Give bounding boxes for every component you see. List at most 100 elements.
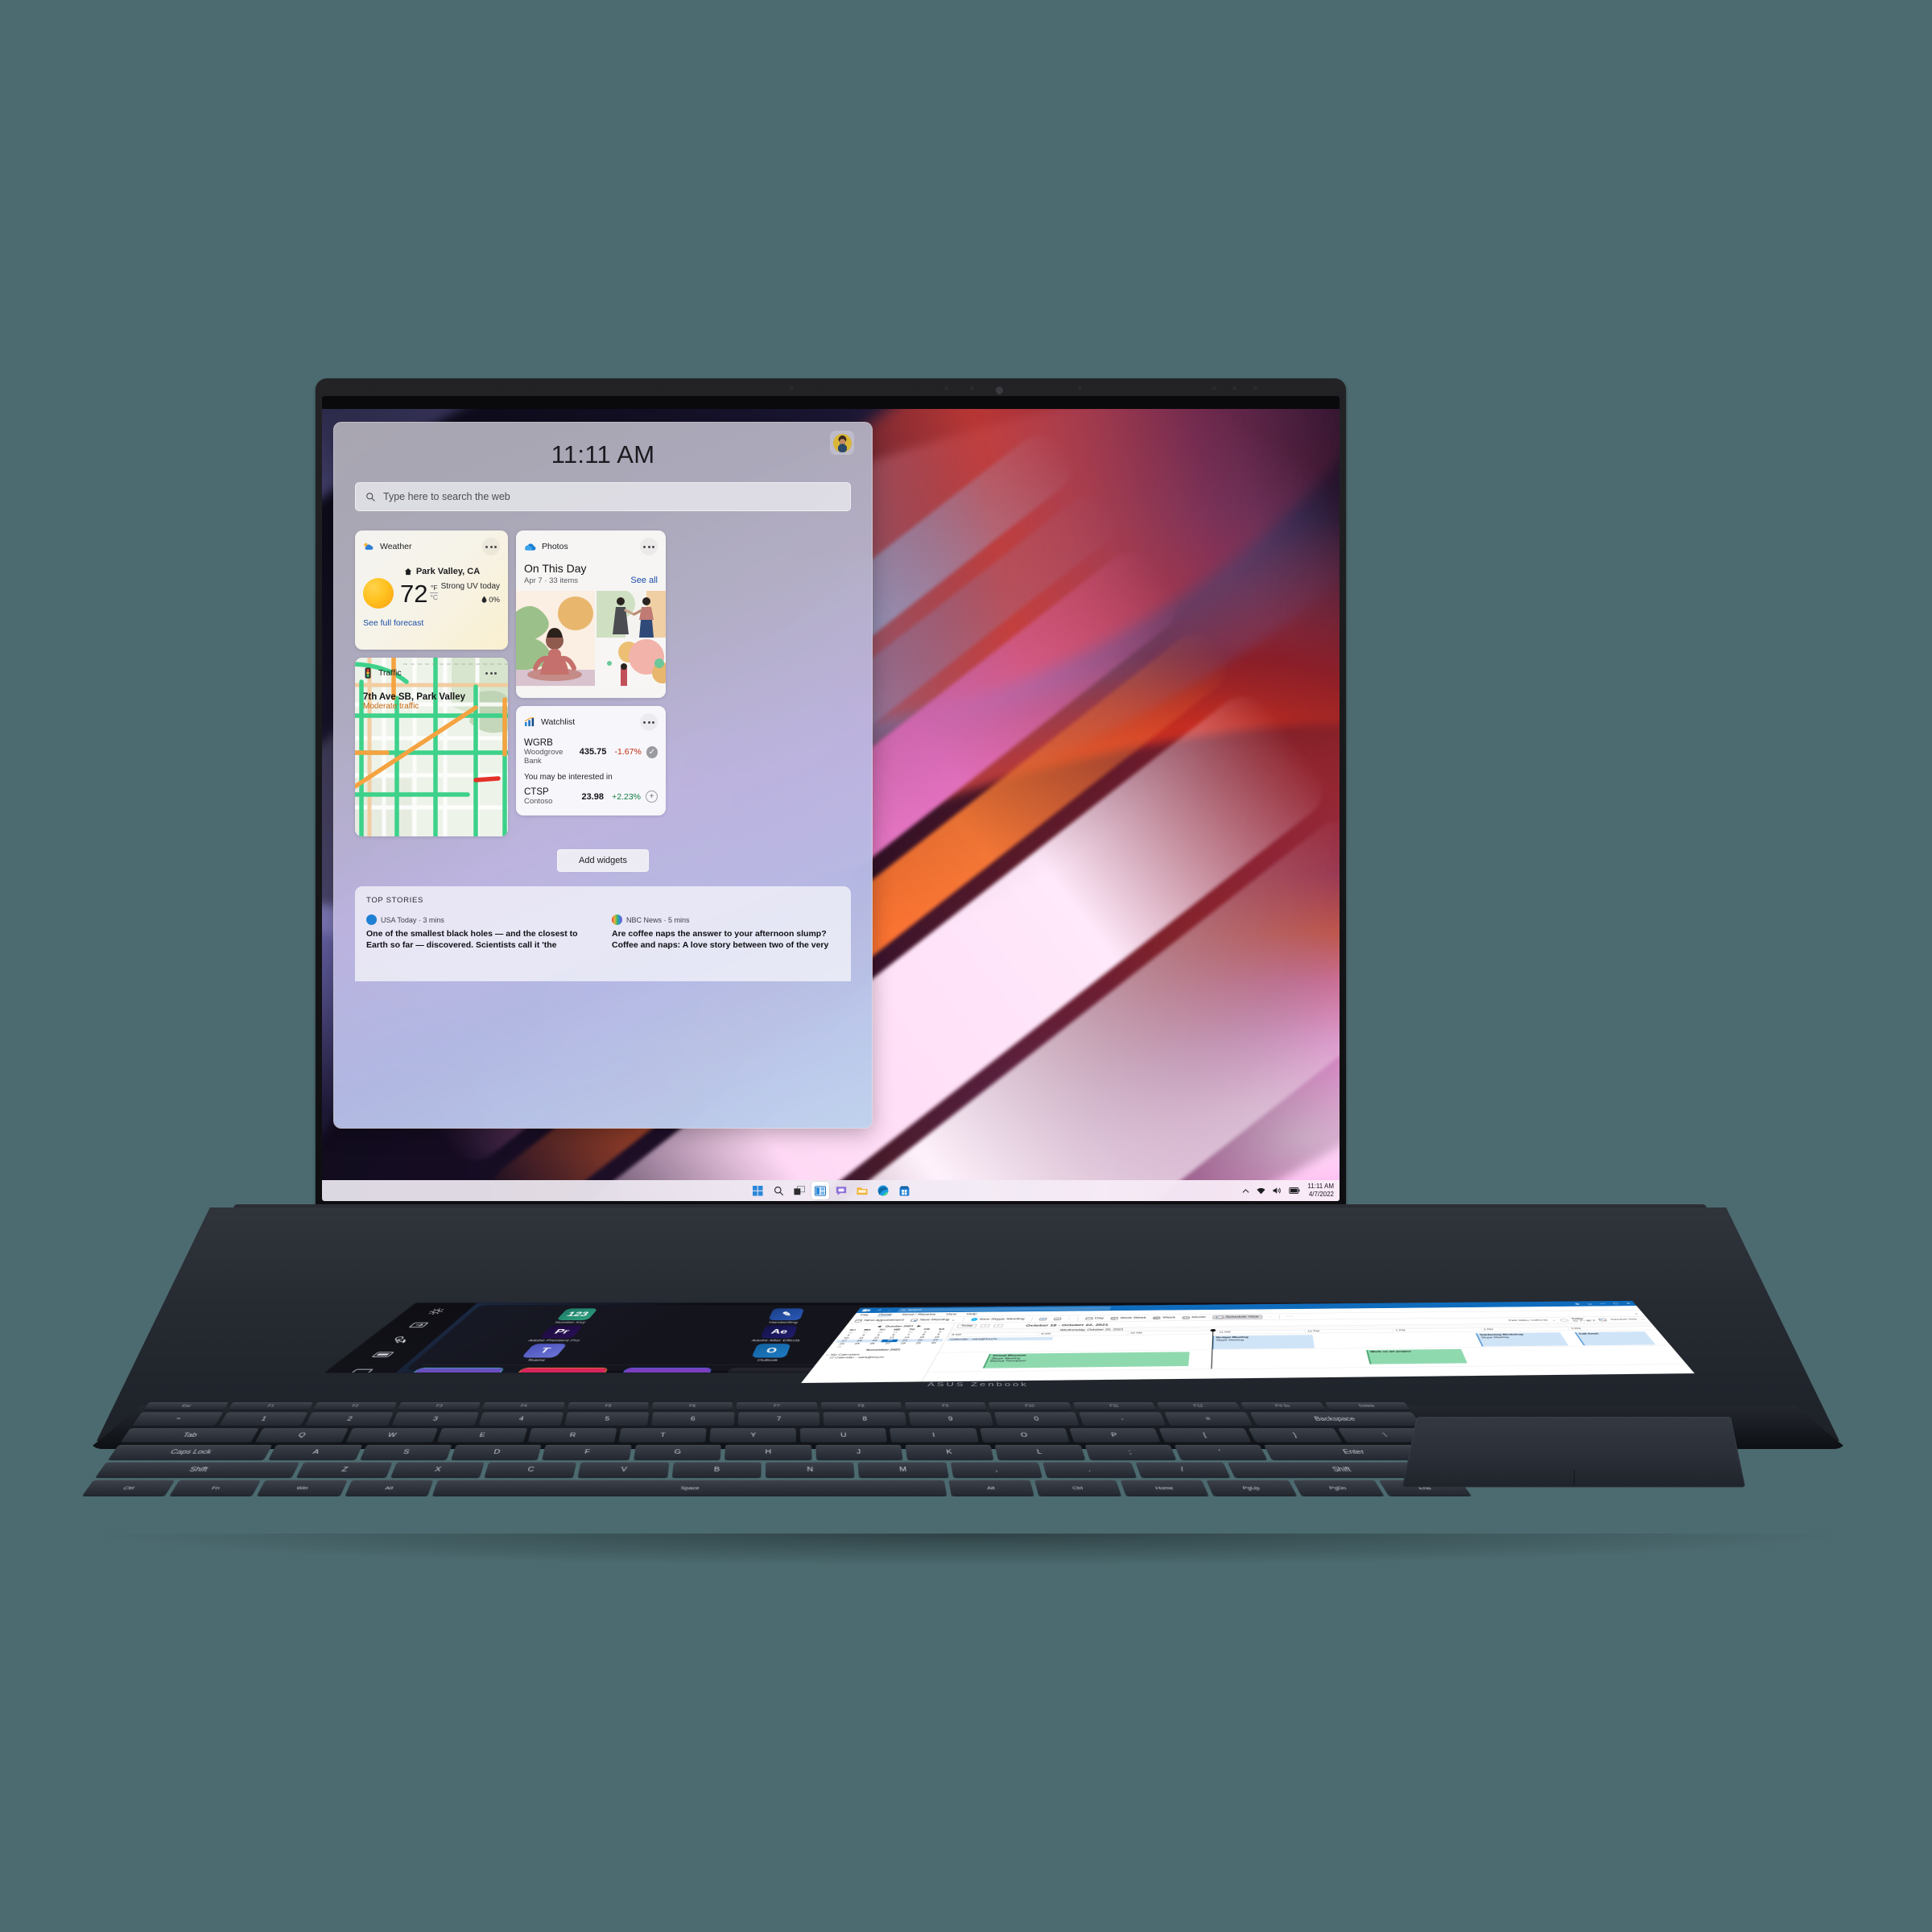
- key-[interactable]: ,: [950, 1462, 1043, 1477]
- search-input[interactable]: Type here to search the web: [355, 482, 851, 511]
- my-calendars-section[interactable]: ⌄ My Calendars ☑ Calendar - sara@treyre: [822, 1352, 935, 1360]
- widgets-panel[interactable]: 11:11 AM Type here to search the web Wea…: [333, 422, 873, 1129]
- next-7-days-icon[interactable]: [1054, 1317, 1062, 1320]
- chat-button[interactable]: [832, 1182, 850, 1199]
- key-u[interactable]: U: [800, 1428, 888, 1443]
- key-m[interactable]: M: [857, 1462, 949, 1477]
- key-ctrl[interactable]: Ctrl: [82, 1480, 175, 1496]
- key-backspace[interactable]: Backspace: [1249, 1412, 1422, 1426]
- keyboard-number-row[interactable]: ~1 2 3 4 5 6 7 8 9 0- = Backspace: [132, 1412, 1422, 1426]
- watchlist-added-check-icon[interactable]: ✓: [646, 745, 658, 758]
- touchpad[interactable]: [1402, 1417, 1746, 1488]
- traffic-widget[interactable]: Traffic 7th Ave SB, Park Valley Moderate…: [355, 658, 508, 836]
- key-d[interactable]: D: [451, 1444, 542, 1459]
- screenpad-task-group[interactable]: Video edit: [396, 1367, 506, 1373]
- key-7[interactable]: 7: [737, 1412, 820, 1426]
- keyboard-home-row[interactable]: Caps Lock A S D F G H J K L; ' Enter: [108, 1444, 1446, 1459]
- chevron-down-icon[interactable]: ⌄: [1551, 1319, 1556, 1322]
- key-1[interactable]: 1: [218, 1412, 308, 1426]
- key-f5[interactable]: F5: [567, 1402, 649, 1410]
- outlook-tab-view[interactable]: View: [945, 1313, 957, 1315]
- new-meeting-button[interactable]: New Meeting ⌄: [910, 1319, 957, 1322]
- taskbar-icon[interactable]: [341, 1365, 383, 1373]
- key-f3[interactable]: F3: [398, 1402, 481, 1410]
- key-f1[interactable]: F1: [228, 1402, 313, 1410]
- chevron-up-icon[interactable]: [1242, 1188, 1249, 1194]
- key-[interactable]: ]: [1248, 1428, 1343, 1443]
- key-c[interactable]: C: [484, 1462, 577, 1477]
- key-b[interactable]: B: [671, 1462, 762, 1477]
- edge-button[interactable]: [874, 1182, 892, 1199]
- key-s[interactable]: S: [360, 1444, 452, 1459]
- outlook-tab-home[interactable]: Home: [877, 1313, 894, 1317]
- new-skype-meeting-button[interactable]: S New Skype Meeting: [970, 1318, 1025, 1322]
- key-f7[interactable]: F7: [736, 1402, 818, 1410]
- key-alt[interactable]: Alt: [947, 1480, 1034, 1496]
- key-esc[interactable]: Esc: [143, 1402, 229, 1410]
- watchlist-widget[interactable]: Watchlist WGRB Woodgrove Bank 435.75 -1.…: [516, 706, 666, 815]
- key-[interactable]: ;: [1084, 1444, 1177, 1459]
- close-button[interactable]: ✕: [1625, 1302, 1631, 1305]
- new-group-button[interactable]: +New: [720, 1367, 816, 1373]
- key-shift[interactable]: Shift: [95, 1462, 300, 1477]
- today-icon[interactable]: [1039, 1317, 1047, 1320]
- outlook-calendar-grid[interactable]: Today ‹ › October 18 - October 22, 2021 …: [922, 1316, 1695, 1381]
- key-ctrl[interactable]: Ctrl: [1034, 1480, 1122, 1496]
- mini-calendar[interactable]: ◀ October 2021 ▶ SU MO TU WE TH FR SA 26 27 28 29 3…: [828, 1324, 952, 1352]
- dialog-launcher-icon[interactable]: ⌐: [1269, 1315, 1272, 1318]
- wifi-icon[interactable]: [1257, 1187, 1265, 1195]
- key-q[interactable]: Q: [254, 1428, 349, 1443]
- keyboard-bottom-letter-row[interactable]: Shift Z X C V B N M,. / Shift: [95, 1462, 1459, 1477]
- weather-units[interactable]: °F °C: [430, 584, 439, 602]
- key-o[interactable]: O: [979, 1428, 1070, 1443]
- screenpad-app[interactable]: Pr Adobe Premiere Pro: [448, 1325, 668, 1342]
- keyboard-modifier-row[interactable]: Ctrl Fn Win Alt Space Alt Ctrl Home PgUp PgDn End: [82, 1480, 1472, 1496]
- key-8[interactable]: 8: [824, 1412, 907, 1426]
- key-6[interactable]: 6: [650, 1412, 735, 1426]
- key-4[interactable]: 4: [478, 1412, 564, 1426]
- key-3[interactable]: 3: [391, 1412, 479, 1426]
- keyboard-qwerty-row[interactable]: Tab Q W E R T Y U I O P[] \: [120, 1428, 1434, 1443]
- key-space[interactable]: Space: [431, 1480, 947, 1496]
- unit-fahrenheit[interactable]: °F: [431, 584, 438, 592]
- search-button[interactable]: [770, 1182, 787, 1199]
- key-5[interactable]: 5: [564, 1412, 650, 1426]
- key-f8[interactable]: F8: [820, 1402, 902, 1410]
- photo-thumbnail[interactable]: [516, 591, 595, 686]
- keyboard-function-row[interactable]: Esc F1 F2 F3 F4 F5 F6 F7 F8 F9 F10 F11 F12 Prt Sc Dele…: [143, 1402, 1410, 1410]
- key-tab[interactable]: Tab: [120, 1428, 259, 1443]
- taskbar[interactable]: 11:11 AM 4/7/2022: [322, 1180, 1340, 1201]
- screenpad-app[interactable]: 123 Number Key: [469, 1308, 679, 1324]
- undo-icon[interactable]: ↺: [877, 1309, 882, 1312]
- mini-cal-day[interactable]: [923, 1344, 940, 1348]
- key-[interactable]: ~: [132, 1412, 223, 1426]
- battery-icon[interactable]: [1289, 1187, 1300, 1194]
- screen-icon[interactable]: [362, 1349, 402, 1360]
- key-pgup[interactable]: PgUp: [1206, 1480, 1297, 1496]
- chevron-down-icon[interactable]: ⌄: [951, 1319, 956, 1321]
- schedule-view-icon[interactable]: [1598, 1319, 1608, 1322]
- photos-widget[interactable]: Photos On This Day Apr 7 · 33 items See …: [516, 530, 666, 698]
- dialog-launcher-icon[interactable]: ⌐: [1068, 1318, 1071, 1320]
- key-[interactable]: .: [1042, 1462, 1137, 1477]
- news-headline[interactable]: Are coffee naps the answer to your after…: [612, 929, 840, 952]
- key-9[interactable]: 9: [908, 1412, 993, 1426]
- watchlist-row[interactable]: CTSP Contoso 23.98 +2.23% +: [516, 783, 666, 806]
- day-view-button[interactable]: Day: [1085, 1317, 1104, 1320]
- key-delete[interactable]: Delete: [1324, 1402, 1410, 1410]
- minimize-button[interactable]: —: [1600, 1302, 1607, 1305]
- key-2[interactable]: 2: [305, 1412, 394, 1426]
- more-commands-icon[interactable]: ···: [1286, 1315, 1294, 1318]
- unit-celsius[interactable]: °C: [430, 592, 439, 602]
- traffic-more-button[interactable]: [482, 664, 500, 682]
- collapse-ribbon-icon[interactable]: ⌄: [1633, 1312, 1640, 1315]
- month-view-button[interactable]: Month: [1183, 1316, 1206, 1319]
- photos-thumbnails[interactable]: [516, 591, 666, 686]
- keyboard[interactable]: Esc F1 F2 F3 F4 F5 F6 F7 F8 F9 F10 F11 F12 Prt Sc Dele…: [82, 1402, 1472, 1496]
- screenpad-task-group[interactable]: 2D design: [504, 1367, 609, 1373]
- calendar-event[interactable]: Gardening Workshop Skype Meeting: [1475, 1332, 1569, 1347]
- key-[interactable]: [: [1158, 1428, 1252, 1443]
- key-alt[interactable]: Alt: [345, 1480, 434, 1496]
- key-n[interactable]: N: [766, 1462, 856, 1477]
- watchlist-add-plus-icon[interactable]: +: [646, 791, 658, 803]
